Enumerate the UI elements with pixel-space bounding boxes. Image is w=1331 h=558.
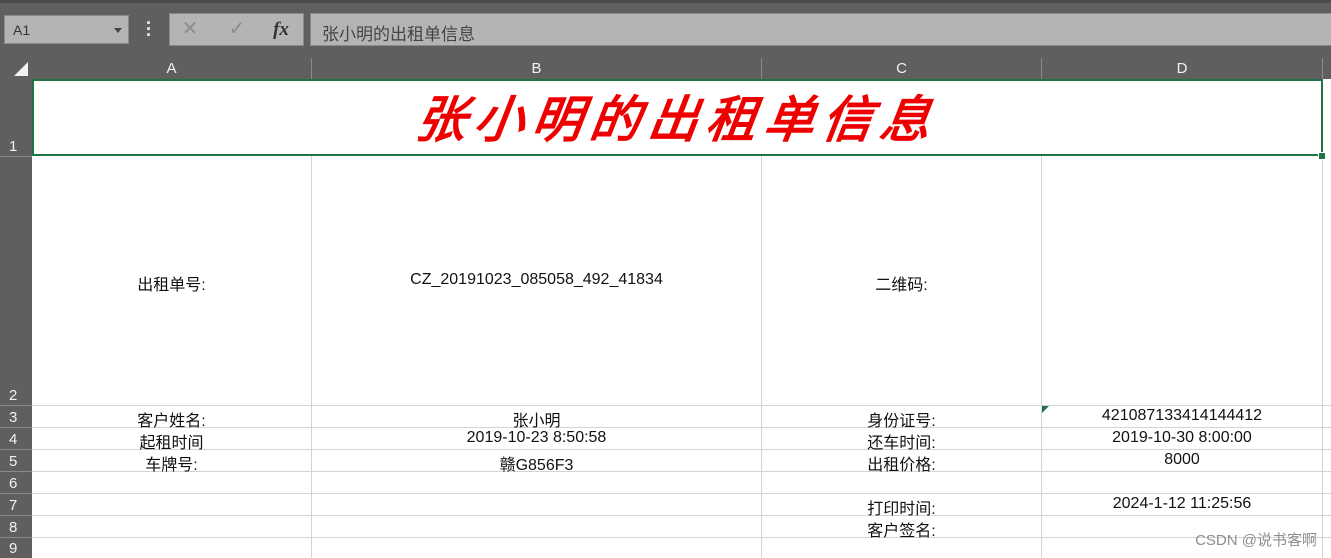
- gridline: [32, 537, 1331, 538]
- cell-d3[interactable]: 421087133414144412: [1042, 407, 1322, 425]
- row-number: 6: [9, 475, 18, 492]
- cell-c2[interactable]: 二维码:: [762, 271, 1041, 295]
- cell-b3[interactable]: 张小明: [312, 407, 761, 431]
- cell-b2[interactable]: CZ_20191023_085058_492_41834: [312, 271, 761, 289]
- row-header-1[interactable]: 1: [0, 79, 32, 157]
- name-box[interactable]: A1: [4, 15, 129, 44]
- row-number: 5: [9, 453, 18, 470]
- row-number: 9: [9, 540, 18, 557]
- column-header-b[interactable]: B: [312, 58, 762, 79]
- column-header-e[interactable]: [1323, 58, 1331, 79]
- column-header-c[interactable]: C: [762, 58, 1042, 79]
- cell-c7[interactable]: 打印时间:: [762, 495, 1041, 519]
- column-header-a[interactable]: A: [32, 58, 312, 79]
- error-indicator-icon[interactable]: [1042, 406, 1049, 413]
- cell-d5[interactable]: 8000: [1042, 451, 1322, 469]
- chevron-down-icon[interactable]: [114, 28, 122, 33]
- formula-bar: A1 · · · ✕ ✓ fx 张小明的出租单信息: [0, 0, 1331, 58]
- row-number: 2: [9, 387, 18, 404]
- row-number: 1: [9, 138, 18, 155]
- row-header-4[interactable]: 4: [0, 428, 32, 450]
- select-all-icon: [14, 62, 28, 76]
- watermark: CSDN @说书客啊: [1195, 532, 1317, 549]
- cell-d7[interactable]: 2024-1-12 11:25:56: [1042, 495, 1322, 513]
- row-number: 7: [9, 497, 18, 514]
- sheet-title: 张小明的出租单信息: [412, 90, 943, 149]
- cell-c3[interactable]: 身份证号:: [762, 407, 1041, 431]
- formula-value: 张小明的出租单信息: [322, 25, 475, 44]
- row-header-2[interactable]: 2: [0, 157, 32, 406]
- formula-input[interactable]: 张小明的出租单信息: [310, 13, 1331, 46]
- cell-c5[interactable]: 出租价格:: [762, 451, 1041, 475]
- cell-d4[interactable]: 2019-10-30 8:00:00: [1042, 429, 1322, 447]
- gridline: [32, 493, 1331, 494]
- row-header-8[interactable]: 8: [0, 516, 32, 538]
- row-header-3[interactable]: 3: [0, 406, 32, 428]
- row-number: 8: [9, 519, 18, 536]
- more-options-icon[interactable]: · · ·: [144, 14, 154, 44]
- column-header-d[interactable]: D: [1042, 58, 1323, 79]
- fill-handle[interactable]: [1318, 152, 1326, 160]
- toolbar-edge: [0, 0, 1331, 3]
- cell-c4[interactable]: 还车时间:: [762, 429, 1041, 453]
- name-box-value: A1: [13, 22, 31, 38]
- formula-buttons: ✕ ✓ fx: [169, 13, 304, 46]
- cancel-icon[interactable]: ✕: [175, 17, 205, 42]
- row-header-5[interactable]: 5: [0, 450, 32, 472]
- enter-icon[interactable]: ✓: [222, 17, 252, 42]
- cell-b4[interactable]: 2019-10-23 8:50:58: [312, 429, 761, 447]
- cell-a5[interactable]: 车牌号:: [32, 451, 311, 475]
- gridline: [32, 515, 1331, 516]
- row-number: 4: [9, 431, 18, 448]
- row-header-9[interactable]: 9: [0, 538, 32, 558]
- cell-b5[interactable]: 赣G856F3: [312, 451, 761, 475]
- insert-function-icon[interactable]: fx: [266, 17, 296, 42]
- gridline: [32, 405, 1331, 406]
- title-cell[interactable]: 张小明的出租单信息: [32, 79, 1323, 156]
- row-header-6[interactable]: 6: [0, 472, 32, 494]
- cell-a3[interactable]: 客户姓名:: [32, 407, 311, 431]
- cell-c8[interactable]: 客户签名:: [762, 517, 1041, 541]
- select-all-button[interactable]: [0, 58, 32, 79]
- cell-a4[interactable]: 起租时间: [32, 429, 311, 453]
- cell-a2[interactable]: 出租单号:: [32, 271, 311, 295]
- row-header-7[interactable]: 7: [0, 494, 32, 516]
- row-number: 3: [9, 409, 18, 426]
